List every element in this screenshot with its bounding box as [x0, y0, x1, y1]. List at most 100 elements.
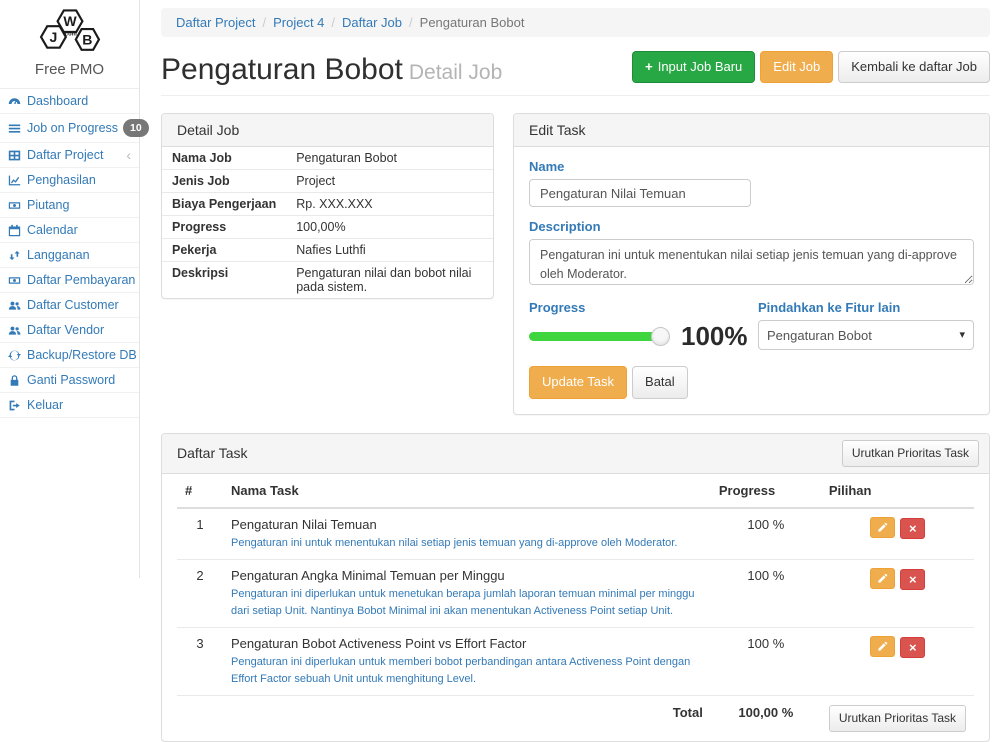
edit-task-actions: Update Task Batal — [529, 366, 974, 398]
sidebar-item-label: Backup/Restore DB — [27, 348, 137, 362]
svg-text:.com: .com — [63, 31, 76, 37]
sidebar: W J B .com Free PMO Dashboard Job on Pro… — [0, 0, 140, 578]
sidebar-item-daftar-project[interactable]: Daftar Project ‹ — [0, 143, 139, 168]
table-icon — [8, 149, 22, 162]
input-job-baru-label: Input Job Baru — [658, 58, 743, 76]
sidebar-item-label: Daftar Project — [27, 148, 103, 162]
update-task-button[interactable]: Update Task — [529, 366, 627, 398]
detail-value: Rp. XXX.XXX — [286, 193, 493, 216]
task-row: 1 Pengaturan Nilai Temuan Pengaturan ini… — [177, 508, 974, 560]
total-row: Total 100,00 % Urutkan Prioritas Task — [177, 696, 974, 742]
sidebar-item-piutang[interactable]: Piutang — [0, 193, 139, 218]
input-job-baru-button[interactable]: + Input Job Baru — [632, 51, 755, 83]
detail-label: Nama Job — [162, 147, 286, 170]
sidebar-item-daftar-customer[interactable]: Daftar Customer — [0, 293, 139, 318]
task-row: 3 Pengaturan Bobot Activeness Point vs E… — [177, 628, 974, 696]
task-table-header-row: # Nama Task Progress Pilihan — [177, 474, 974, 508]
task-progress: 100 % — [711, 508, 821, 560]
breadcrumb-separator: / — [409, 15, 413, 30]
sidebar-item-label: Keluar — [27, 398, 63, 412]
sidebar-item-label: Daftar Pembayaran — [27, 273, 135, 287]
jwb-logo-icon: W J B .com — [31, 8, 109, 56]
description-label: Description — [529, 219, 974, 234]
detail-label: Biaya Pengerjaan — [162, 193, 286, 216]
sidebar-item-penghasilan[interactable]: Penghasilan — [0, 168, 139, 193]
delete-task-row-button[interactable]: × — [900, 637, 925, 658]
dashboard-icon — [8, 95, 22, 108]
detail-label: Progress — [162, 216, 286, 239]
urutkan-prioritas-button-top[interactable]: Urutkan Prioritas Task — [842, 440, 979, 467]
move-feature-select[interactable]: Pengaturan Bobot — [758, 320, 974, 350]
detail-row: Progress 100,00% — [162, 216, 493, 239]
task-description-textarea[interactable]: Pengaturan ini untuk menentukan nilai se… — [529, 239, 974, 285]
breadcrumb-link-daftar-job[interactable]: Daftar Job — [342, 15, 402, 30]
detail-row: Pekerja Nafies Luthfi — [162, 239, 493, 262]
task-table: # Nama Task Progress Pilihan 1 Pengatura… — [177, 474, 974, 741]
detail-job-panel-title: Detail Job — [162, 114, 493, 147]
detail-value: Project — [286, 170, 493, 193]
sidebar-item-job-on-progress[interactable]: Job on Progress 10 — [0, 114, 139, 143]
sidebar-item-dashboard[interactable]: Dashboard — [0, 89, 139, 114]
task-num: 2 — [177, 559, 223, 627]
breadcrumb-separator: / — [331, 15, 335, 30]
task-name: Pengaturan Nilai Temuan — [231, 517, 703, 532]
edit-job-button[interactable]: Edit Job — [760, 51, 833, 83]
top-panels-row: Detail Job Nama Job Pengaturan Bobot Jen… — [161, 113, 990, 414]
detail-label: Pekerja — [162, 239, 286, 262]
refresh-icon — [8, 349, 22, 362]
daftar-task-body: # Nama Task Progress Pilihan 1 Pengatura… — [162, 474, 989, 741]
sidebar-item-calendar[interactable]: Calendar — [0, 218, 139, 243]
col-header-progress: Progress — [711, 474, 821, 508]
task-name: Pengaturan Angka Minimal Temuan per Ming… — [231, 568, 703, 583]
sidebar-item-label: Calendar — [27, 223, 78, 237]
move-feature-label: Pindahkan ke Fitur lain — [758, 300, 974, 315]
users-icon — [8, 299, 22, 312]
app-logo: W J B .com Free PMO — [0, 0, 139, 88]
task-actions: × — [821, 628, 974, 696]
edit-task-form: Name Description Pengaturan ini untuk me… — [514, 147, 989, 413]
breadcrumb-link-daftar-project[interactable]: Daftar Project — [176, 15, 255, 30]
breadcrumb-link-project-4[interactable]: Project 4 — [273, 15, 324, 30]
sidebar-item-daftar-vendor[interactable]: Daftar Vendor — [0, 318, 139, 343]
task-description: Pengaturan ini diperlukan untuk menetuka… — [231, 586, 703, 620]
progress-slider-wrap: 100% — [529, 323, 758, 349]
detail-label: Jenis Job — [162, 170, 286, 193]
sidebar-item-daftar-pembayaran[interactable]: Daftar Pembayaran — [0, 268, 139, 293]
page-header: Pengaturan Bobot Detail Job + Input Job B… — [161, 51, 990, 96]
sidebar-item-label: Daftar Vendor — [27, 323, 104, 337]
chart-line-icon — [8, 174, 22, 187]
batal-button[interactable]: Batal — [632, 366, 688, 398]
delete-task-row-button[interactable]: × — [900, 569, 925, 590]
urutkan-prioritas-button-bottom[interactable]: Urutkan Prioritas Task — [829, 705, 966, 732]
edit-task-row-button[interactable] — [870, 568, 895, 589]
delete-task-row-button[interactable]: × — [900, 518, 925, 539]
detail-value: Pengaturan nilai dan bobot nilai pada si… — [286, 262, 493, 299]
sidebar-item-ganti-password[interactable]: Ganti Password — [0, 368, 139, 393]
signout-icon — [8, 399, 22, 412]
kembali-ke-daftar-job-button[interactable]: Kembali ke daftar Job — [838, 51, 990, 83]
progress-label: Progress — [529, 300, 758, 315]
task-name-input[interactable] — [529, 179, 751, 207]
page-subtitle: Detail Job — [409, 61, 502, 84]
progress-slider-fill — [529, 332, 661, 341]
breadcrumb-current: Pengaturan Bobot — [420, 15, 525, 30]
users-icon — [8, 324, 22, 337]
col-header-nama-task: Nama Task — [223, 474, 711, 508]
task-name-cell: Pengaturan Nilai Temuan Pengaturan ini u… — [223, 508, 711, 560]
col-header-num: # — [177, 474, 223, 508]
edit-task-row-button[interactable] — [870, 517, 895, 538]
breadcrumb-separator: / — [262, 15, 266, 30]
sidebar-item-backup-restore[interactable]: Backup/Restore DB — [0, 343, 139, 368]
page-title-text: Pengaturan Bobot — [161, 53, 403, 86]
task-progress: 100 % — [711, 628, 821, 696]
sidebar-item-keluar[interactable]: Keluar — [0, 393, 139, 418]
edit-task-row-button[interactable] — [870, 636, 895, 657]
svg-text:B: B — [82, 31, 92, 47]
sidebar-item-langganan[interactable]: Langganan — [0, 243, 139, 268]
task-actions: × — [821, 508, 974, 560]
progress-slider[interactable] — [529, 332, 661, 341]
sidebar-item-label: Daftar Customer — [27, 298, 119, 312]
sidebar-item-label: Penghasilan — [27, 173, 96, 187]
progress-slider-handle[interactable] — [651, 327, 670, 346]
task-description: Pengaturan ini diperlukan untuk memberi … — [231, 654, 703, 688]
